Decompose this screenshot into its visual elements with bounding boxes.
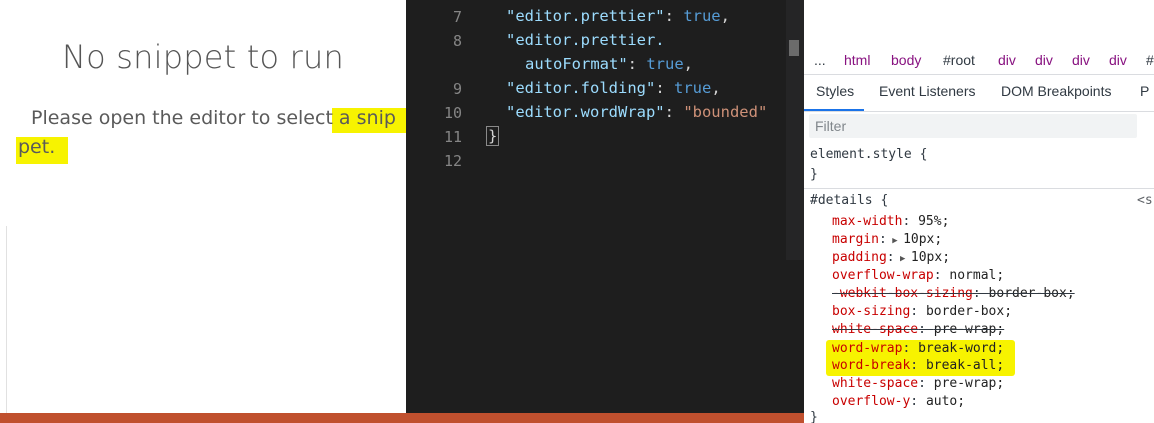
code-line[interactable]: }: [486, 126, 500, 146]
css-declaration[interactable]: margin: ▶ 10px;: [832, 232, 942, 247]
json-key: "editor.prettier": [506, 7, 665, 25]
css-declaration[interactable]: overflow-wrap: normal;: [832, 268, 1004, 283]
css-declaration[interactable]: white-space: pre-wrap;: [832, 376, 1004, 391]
line-number: 7: [452, 8, 462, 26]
stylesheet-link[interactable]: <s: [1137, 193, 1153, 208]
page-title: No snippet to run: [62, 38, 344, 76]
code-line[interactable]: "editor.prettier": true,: [506, 7, 730, 25]
json-key: autoFormat": [525, 55, 628, 73]
message-highlight-text: pet.: [18, 136, 56, 158]
scrollbar-thumb[interactable]: [789, 40, 799, 56]
json-key: "editor.prettier.: [506, 31, 665, 49]
devtools-tabs: Styles Event Listeners DOM Breakpoints P: [804, 74, 1154, 112]
expand-triangle-icon[interactable]: ▶: [887, 236, 903, 246]
message-text: Please open the editor to select a: [31, 107, 357, 129]
rule-close-brace: }: [810, 410, 818, 423]
element-style-selector[interactable]: element.style {: [810, 147, 927, 162]
json-value: true: [646, 55, 684, 73]
breadcrumb-item[interactable]: #root: [943, 52, 975, 68]
json-key: "editor.folding": [506, 79, 656, 97]
filter-placeholder: Filter: [815, 118, 847, 134]
status-bar: [0, 413, 406, 423]
breadcrumb-item[interactable]: div: [1109, 52, 1127, 68]
rule-close-brace: }: [810, 167, 818, 182]
breadcrumb: ... html body #root div div div div #: [804, 48, 1154, 74]
breadcrumb-item[interactable]: #: [1146, 52, 1154, 68]
pane-divider: [6, 226, 7, 414]
json-value: true: [673, 79, 712, 97]
breadcrumb-item[interactable]: html: [844, 52, 870, 68]
code-line[interactable]: "editor.folding": true,: [506, 79, 721, 97]
line-number: 9: [452, 80, 462, 98]
breadcrumb-item[interactable]: body: [891, 52, 921, 68]
empty-state-message: Please open the editor to select a snip: [31, 107, 396, 129]
json-value: true: [683, 7, 721, 25]
code-line[interactable]: "editor.prettier.: [506, 31, 665, 49]
css-declaration[interactable]: word-wrap: break-word;: [832, 341, 1004, 356]
css-declaration[interactable]: box-sizing: border-box;: [832, 304, 1012, 319]
breadcrumb-overflow[interactable]: ...: [814, 52, 826, 68]
css-declaration[interactable]: word-break: break-all;: [832, 358, 1004, 373]
code-line-wrapped[interactable]: autoFormat": true,: [525, 55, 693, 73]
editor-scrollbar[interactable]: [786, 0, 804, 260]
message-highlight-text: snip: [356, 107, 396, 129]
status-bar: [406, 413, 804, 423]
css-declaration-overridden[interactable]: white-space: pre-wrap;: [832, 322, 1004, 337]
tab-styles[interactable]: Styles: [816, 83, 854, 99]
empty-state-message-wrap: pet.: [18, 136, 55, 158]
breadcrumb-item[interactable]: div: [1035, 52, 1053, 68]
line-number: 8: [452, 32, 462, 50]
css-declaration[interactable]: max-width: 95%;: [832, 214, 949, 229]
json-value: "bounded": [683, 103, 768, 121]
line-number: 12: [443, 152, 462, 170]
tab-event-listeners[interactable]: Event Listeners: [879, 83, 976, 99]
css-declaration-overridden[interactable]: -webkit-box-sizing: border-box;: [832, 286, 1075, 301]
json-key: "editor.wordWrap": [506, 103, 665, 121]
css-declaration[interactable]: padding: ▶ 10px;: [832, 250, 950, 265]
breadcrumb-item[interactable]: div: [998, 52, 1016, 68]
line-number: 11: [443, 128, 462, 146]
code-editor[interactable]: 7 8 9 10 11 12 "editor.prettier": true, …: [406, 0, 804, 423]
details-selector[interactable]: #details {: [810, 193, 888, 208]
rule-divider: [804, 188, 1154, 189]
expand-triangle-icon[interactable]: ▶: [895, 254, 911, 264]
tab-properties[interactable]: P: [1140, 83, 1149, 99]
breadcrumb-item[interactable]: div: [1072, 52, 1090, 68]
css-declaration[interactable]: overflow-y: auto;: [832, 394, 965, 409]
code-line[interactable]: "editor.wordWrap": "bounded": [506, 103, 767, 121]
matched-brace: }: [486, 126, 500, 146]
snippet-preview-pane: No snippet to run Please open the editor…: [0, 0, 406, 423]
tab-dom-breakpoints[interactable]: DOM Breakpoints: [1001, 83, 1111, 99]
devtools-panel: ... html body #root div div div div # St…: [804, 0, 1154, 423]
line-number: 10: [443, 104, 462, 122]
filter-input[interactable]: Filter: [809, 114, 1137, 138]
